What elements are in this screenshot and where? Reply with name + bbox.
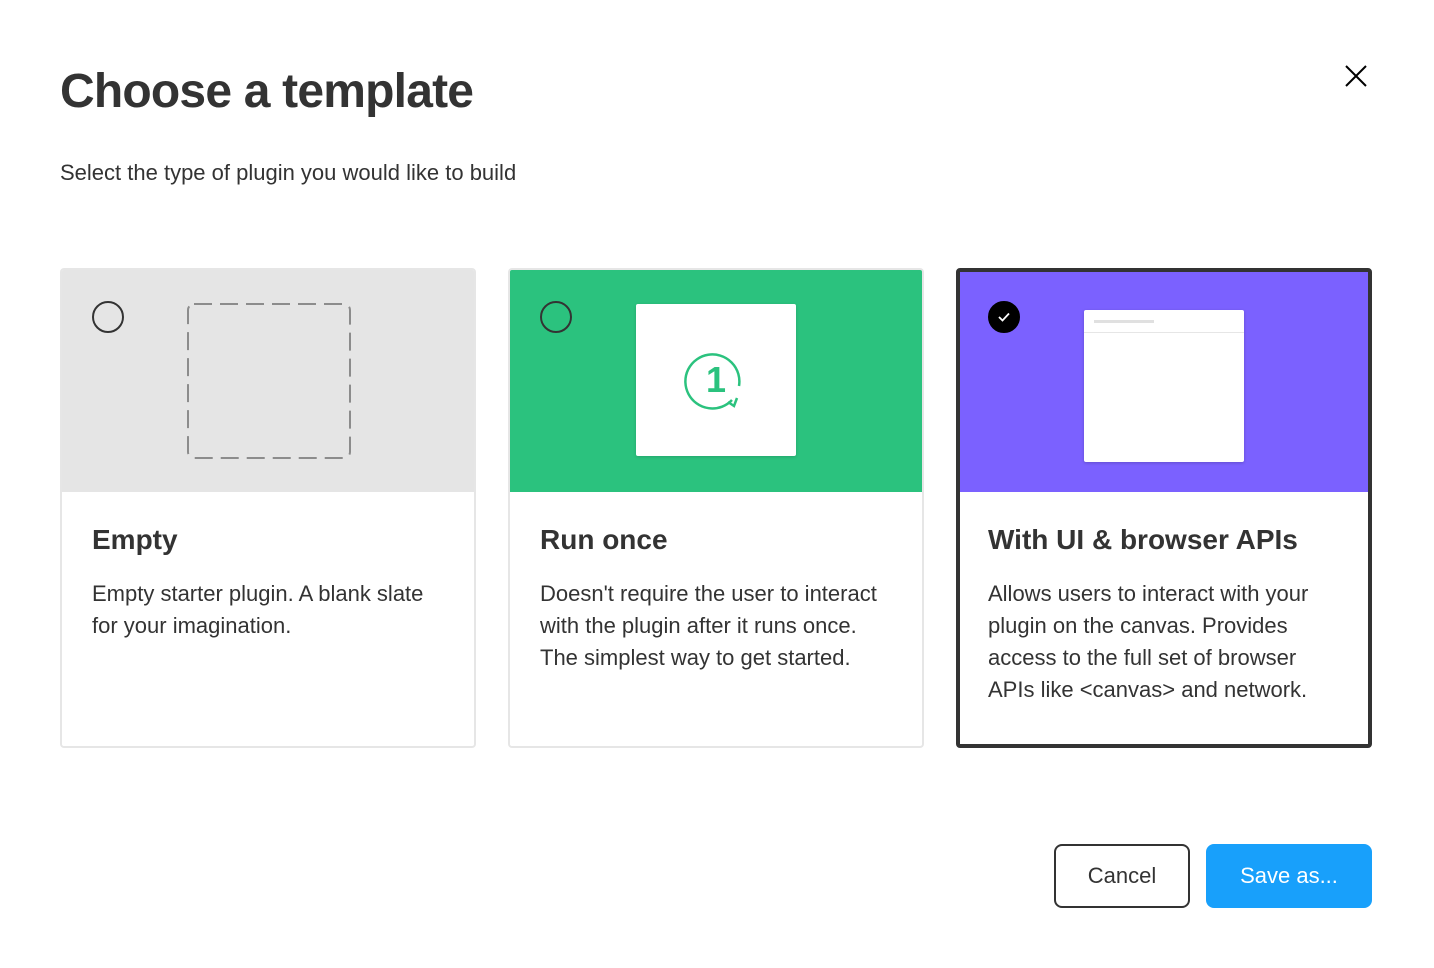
close-button[interactable] — [1336, 56, 1376, 96]
template-card-with-ui[interactable]: With UI & browser APIs Allows users to i… — [956, 268, 1372, 748]
card-title: With UI & browser APIs — [988, 524, 1298, 555]
radio-empty[interactable] — [92, 301, 124, 333]
template-card-run-once[interactable]: 1 Run once Doesn't require the user to i… — [508, 268, 924, 748]
checkmark-icon — [998, 312, 1010, 322]
run-once-glyph: 1 — [705, 359, 727, 400]
card-title: Empty — [92, 524, 178, 555]
radio-with-ui[interactable] — [988, 301, 1020, 333]
card-hero-with-ui — [960, 272, 1368, 492]
cancel-button[interactable]: Cancel — [1054, 844, 1190, 908]
close-icon — [1345, 65, 1367, 87]
template-options: Empty Empty starter plugin. A blank slat… — [60, 268, 1372, 748]
card-body-run-once: Run once Doesn't require the user to int… — [540, 522, 892, 674]
choose-template-dialog: Choose a template Select the type of plu… — [0, 0, 1434, 968]
window-title-placeholder — [1094, 320, 1154, 323]
card-body-with-ui: With UI & browser APIs Allows users to i… — [988, 522, 1340, 706]
card-description: Empty starter plugin. A blank slate for … — [92, 581, 424, 638]
card-hero-empty — [62, 270, 474, 492]
run-once-illustration: 1 — [636, 304, 796, 456]
card-body-empty: Empty Empty starter plugin. A blank slat… — [92, 522, 444, 642]
window-title-divider — [1084, 332, 1244, 333]
card-description: Doesn't require the user to interact wit… — [540, 581, 877, 670]
radio-run-once[interactable] — [540, 301, 572, 333]
window-icon — [1084, 310, 1244, 462]
card-description: Allows users to interact with your plugi… — [988, 581, 1309, 702]
save-as-button[interactable]: Save as... — [1206, 844, 1372, 908]
dialog-title: Choose a template — [60, 65, 474, 118]
card-title: Run once — [540, 524, 668, 555]
template-card-empty[interactable]: Empty Empty starter plugin. A blank slat… — [60, 268, 476, 748]
card-hero-run-once: 1 — [510, 270, 922, 492]
dashed-square-icon — [187, 303, 351, 459]
dialog-subtitle: Select the type of plugin you would like… — [60, 160, 517, 185]
